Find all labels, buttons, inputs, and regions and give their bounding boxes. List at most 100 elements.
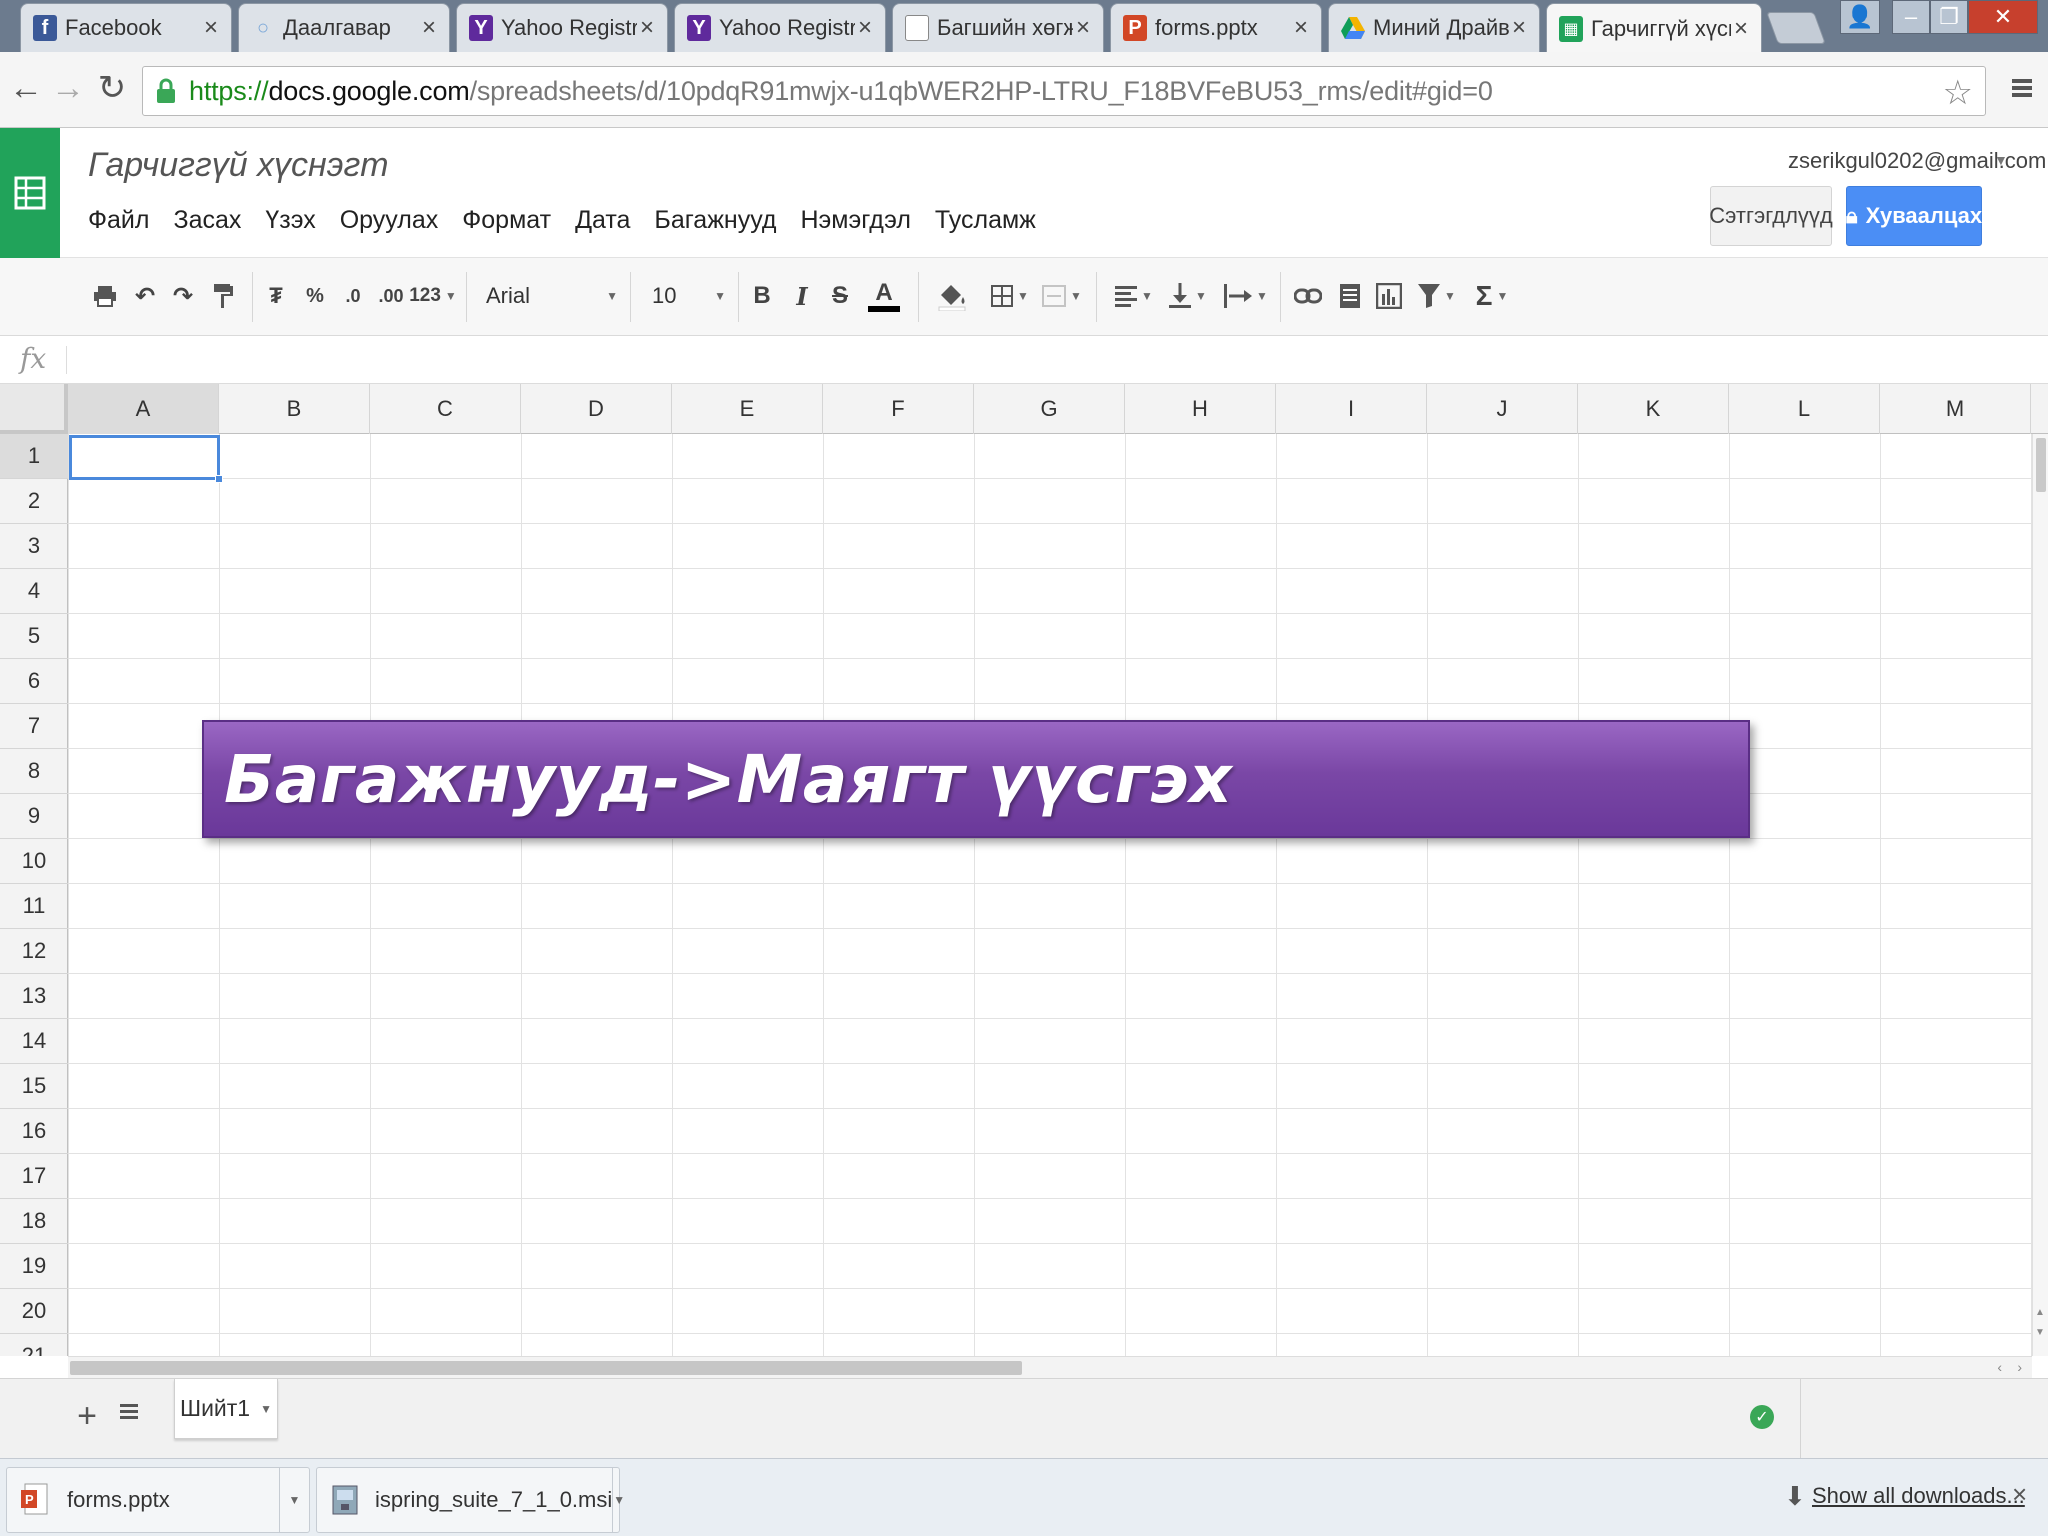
column-header-f[interactable]: F (823, 384, 974, 434)
menu-help[interactable]: Тусламж (935, 206, 1036, 235)
horizontal-align-icon[interactable]: ▼ (1110, 276, 1158, 316)
row-header-7[interactable]: 7 (0, 704, 68, 749)
column-header-m[interactable]: M (1880, 384, 2031, 434)
bold-button[interactable]: B (746, 276, 778, 316)
profile-icon[interactable]: 👤 (1840, 0, 1880, 34)
close-icon[interactable]: × (2012, 1479, 2027, 1510)
row-header-10[interactable]: 10 (0, 839, 68, 884)
column-header-d[interactable]: D (521, 384, 672, 434)
chevron-down-icon[interactable]: ▼ (612, 1467, 625, 1533)
insert-chart-icon[interactable] (1372, 276, 1406, 316)
column-header-b[interactable]: B (219, 384, 370, 434)
vertical-scrollbar[interactable]: ▲ ▼ (2032, 434, 2048, 1356)
row-header-15[interactable]: 15 (0, 1064, 68, 1109)
column-header-a[interactable]: A (68, 384, 219, 434)
row-header-8[interactable]: 8 (0, 749, 68, 794)
close-tab-icon[interactable]: × (1509, 16, 1529, 40)
percent-format-button[interactable]: % (300, 276, 330, 316)
column-header-g[interactable]: G (974, 384, 1125, 434)
cells-area[interactable] (68, 434, 2032, 1356)
comments-button[interactable]: Сэтгэгдлүүд (1709, 186, 1833, 246)
row-header-12[interactable]: 12 (0, 929, 68, 974)
undo-icon[interactable]: ↶ (128, 276, 162, 316)
horizontal-scrollbar-thumb[interactable] (70, 1361, 1022, 1375)
vertical-scrollbar-thumb[interactable] (2036, 438, 2046, 492)
increase-decimal-button[interactable]: .00 (376, 276, 406, 316)
row-header-14[interactable]: 14 (0, 1019, 68, 1064)
text-wrapping-icon[interactable]: ▼ (1220, 276, 1272, 316)
menu-data[interactable]: Дата (575, 206, 630, 235)
row-header-18[interactable]: 18 (0, 1199, 68, 1244)
chevron-down-icon[interactable]: ▼ (260, 1402, 272, 1416)
bookmark-star-icon[interactable]: ☆ (1943, 73, 1973, 113)
row-header-6[interactable]: 6 (0, 659, 68, 704)
menu-view[interactable]: Үзэх (265, 206, 315, 235)
column-header-j[interactable]: J (1427, 384, 1578, 434)
window-close-icon[interactable]: ✕ (1968, 0, 2038, 34)
chevron-down-icon[interactable]: ▼ (279, 1467, 309, 1533)
strikethrough-button[interactable]: S (824, 276, 856, 316)
paint-format-icon[interactable] (206, 276, 240, 316)
back-arrow-icon[interactable]: ← (6, 68, 46, 108)
minimize-icon[interactable]: – (1892, 0, 1930, 34)
close-tab-icon[interactable]: × (1291, 16, 1311, 40)
browser-tab-facebook[interactable]: f Facebook × (20, 3, 232, 52)
decrease-decimal-button[interactable]: .0 (338, 276, 368, 316)
column-header-k[interactable]: K (1578, 384, 1729, 434)
document-title[interactable]: Гарчиггүй хүснэгт (88, 146, 389, 185)
close-tab-icon[interactable]: × (637, 16, 657, 40)
fill-color-icon[interactable] (930, 276, 976, 316)
formula-input[interactable] (80, 340, 2020, 380)
menu-addons[interactable]: Нэмэгдэл (801, 206, 911, 235)
row-header-2[interactable]: 2 (0, 479, 68, 524)
sheets-logo-icon[interactable] (0, 128, 60, 258)
browser-tab-assignment[interactable]: ○ Даалгавар × (238, 3, 450, 52)
scroll-up-icon[interactable]: ▲ (2035, 1307, 2045, 1318)
row-header-5[interactable]: 5 (0, 614, 68, 659)
close-tab-icon[interactable]: × (855, 16, 875, 40)
row-header-17[interactable]: 17 (0, 1154, 68, 1199)
functions-button[interactable]: Σ ▼ (1470, 276, 1514, 316)
currency-format-icon[interactable]: ₮ (262, 276, 290, 316)
browser-tab-teacher-dev[interactable]: Багшийн хөгжил × (892, 3, 1104, 52)
menu-insert[interactable]: Оруулах (340, 206, 439, 235)
share-button[interactable]: 🔒︎ Хуваалцах (1846, 186, 1982, 246)
row-header-11[interactable]: 11 (0, 884, 68, 929)
column-header-h[interactable]: H (1125, 384, 1276, 434)
browser-tab-yahoo-1[interactable]: Y Yahoo Registratio × (456, 3, 668, 52)
browser-tab-untitled-sheet[interactable]: ▦ Гарчиггүй хүснэгт × (1546, 3, 1762, 53)
scroll-right-icon[interactable]: › (2017, 1359, 2022, 1375)
forward-arrow-icon[interactable]: → (48, 68, 88, 108)
all-sheets-icon[interactable] (118, 1401, 144, 1431)
sheet-tab[interactable]: Шийт1 ▼ (174, 1379, 278, 1439)
insert-link-icon[interactable] (1290, 276, 1326, 316)
filter-icon[interactable]: ▼ (1414, 276, 1460, 316)
row-header-3[interactable]: 3 (0, 524, 68, 569)
close-tab-icon[interactable]: × (419, 16, 439, 40)
download-item[interactable]: P forms.pptx ▼ (6, 1467, 310, 1533)
close-tab-icon[interactable]: × (1731, 16, 1751, 40)
menu-edit[interactable]: Засах (173, 206, 241, 235)
column-header-i[interactable]: I (1276, 384, 1427, 434)
column-header-l[interactable]: L (1729, 384, 1880, 434)
show-all-downloads-link[interactable]: Show all downloads... (1812, 1483, 2025, 1509)
scroll-down-icon[interactable]: ▼ (2035, 1327, 2045, 1338)
vertical-align-icon[interactable]: ▼ (1164, 276, 1212, 316)
row-header-21[interactable]: 21 (0, 1334, 68, 1356)
new-tab-button[interactable] (1766, 12, 1826, 44)
browser-tab-forms-pptx[interactable]: P forms.pptx × (1110, 3, 1322, 52)
print-icon[interactable] (88, 276, 122, 316)
close-tab-icon[interactable]: × (1073, 16, 1093, 40)
row-header-19[interactable]: 19 (0, 1244, 68, 1289)
browser-tab-my-drive[interactable]: Миний Драйв - ( × (1328, 3, 1540, 52)
select-all-corner[interactable] (0, 384, 68, 434)
row-header-1[interactable]: 1 (0, 434, 68, 479)
borders-icon[interactable]: ▼ (988, 276, 1032, 316)
add-sheet-icon[interactable]: + (72, 1397, 102, 1435)
download-item[interactable]: ispring_suite_7_1_0.msi ▼ (316, 1467, 625, 1533)
font-size-select[interactable]: 10 ▼ (652, 276, 726, 316)
chrome-menu-icon[interactable] (2006, 72, 2038, 104)
menu-tools[interactable]: Багажнууд (654, 206, 776, 235)
browser-tab-yahoo-2[interactable]: Y Yahoo Registratio × (674, 3, 886, 52)
row-header-4[interactable]: 4 (0, 569, 68, 614)
